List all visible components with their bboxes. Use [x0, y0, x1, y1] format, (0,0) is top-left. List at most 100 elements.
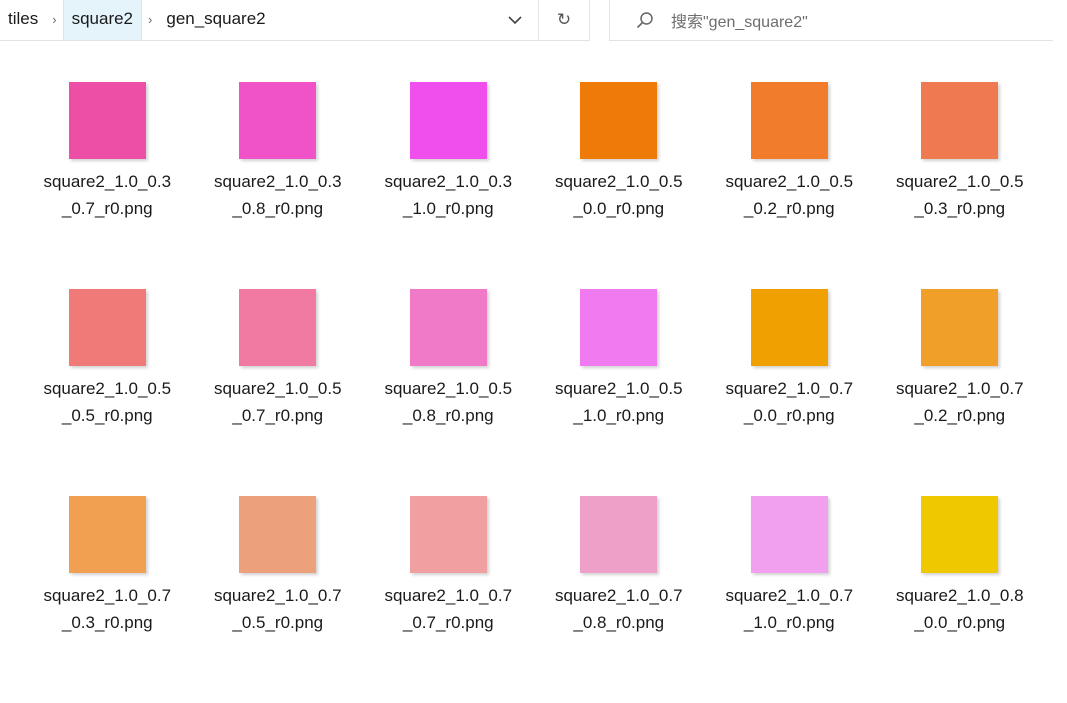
file-thumbnail[interactable]	[580, 289, 658, 366]
file-name-line: _0.0_r0.png	[743, 406, 835, 425]
file-name-line: square2_1.0_0.7	[895, 379, 1024, 398]
file-name-line: _0.7_r0.png	[61, 199, 153, 218]
file-name[interactable]: square2_1.0_0.7 _0.8_r0.png	[544, 582, 694, 636]
file-thumbnail[interactable]	[750, 496, 828, 573]
file-item[interactable]: square2_1.0_0.5 _0.8_r0.png	[363, 289, 534, 496]
file-item[interactable]: square2_1.0_0.8 _0.0_r0.png	[875, 496, 1046, 703]
file-name-line: _1.0_r0.png	[743, 613, 835, 632]
file-name-line: square2_1.0_0.3	[384, 172, 513, 191]
address-history-button[interactable]	[500, 0, 530, 40]
file-name-line: _0.8_r0.png	[402, 406, 494, 425]
file-thumbnail[interactable]	[409, 82, 487, 159]
file-name-line: square2_1.0_0.7	[725, 379, 854, 398]
file-name-line: square2_1.0_0.5	[43, 379, 172, 398]
file-name-line: square2_1.0_0.8	[895, 586, 1024, 605]
file-item[interactable]: square2_1.0_0.5 _0.7_r0.png	[193, 289, 364, 496]
file-name[interactable]: square2_1.0_0.7 _0.5_r0.png	[203, 582, 353, 636]
file-name[interactable]: square2_1.0_0.7 _0.0_r0.png	[714, 375, 864, 429]
file-thumbnail[interactable]	[580, 82, 658, 159]
file-name-line: square2_1.0_0.7	[43, 586, 172, 605]
file-name[interactable]: square2_1.0_0.5 _0.0_r0.png	[544, 168, 694, 222]
address-bar[interactable]: tiles › square2 › gen_square2	[0, 0, 538, 41]
file-name[interactable]: square2_1.0_0.5 _0.5_r0.png	[32, 375, 182, 429]
file-thumbnail[interactable]	[750, 289, 828, 366]
file-thumbnail[interactable]	[921, 289, 999, 366]
file-name-line: square2_1.0_0.7	[213, 586, 342, 605]
file-thumbnail[interactable]	[239, 289, 317, 366]
file-name-line: square2_1.0_0.3	[213, 172, 342, 191]
file-item[interactable]: square2_1.0_0.7 _0.3_r0.png	[22, 496, 193, 703]
file-grid: square2_1.0_0.3 _0.7_r0.png square2_1.0_0.…	[22, 82, 1042, 703]
file-item[interactable]: square2_1.0_0.3 _1.0_r0.png	[363, 82, 534, 289]
file-item[interactable]: square2_1.0_0.7 _0.2_r0.png	[875, 289, 1046, 496]
file-item[interactable]: square2_1.0_0.5 _0.3_r0.png	[875, 82, 1046, 289]
breadcrumb-item-gen-square2[interactable]: gen_square2	[158, 0, 273, 40]
file-name-line: _0.3_r0.png	[914, 199, 1006, 218]
file-name-line: _1.0_r0.png	[573, 406, 665, 425]
file-thumbnail[interactable]	[239, 496, 317, 573]
file-name-line: square2_1.0_0.7	[725, 586, 854, 605]
file-thumbnail[interactable]	[921, 82, 999, 159]
file-name-line: square2_1.0_0.5	[895, 172, 1024, 191]
file-name-line: _0.0_r0.png	[573, 199, 665, 218]
file-name-line: _1.0_r0.png	[402, 199, 494, 218]
file-item[interactable]: square2_1.0_0.7 _1.0_r0.png	[704, 496, 875, 703]
file-name-line: square2_1.0_0.5	[213, 379, 342, 398]
file-name[interactable]: square2_1.0_0.7 _0.2_r0.png	[885, 375, 1035, 429]
file-name-line: _0.0_r0.png	[914, 613, 1006, 632]
file-name-line: square2_1.0_0.7	[384, 586, 513, 605]
file-thumbnail[interactable]	[68, 289, 146, 366]
file-name[interactable]: square2_1.0_0.5 _1.0_r0.png	[544, 375, 694, 429]
file-item[interactable]: square2_1.0_0.5 _1.0_r0.png	[534, 289, 705, 496]
file-thumbnail[interactable]	[239, 82, 317, 159]
file-item[interactable]: square2_1.0_0.7 _0.5_r0.png	[193, 496, 364, 703]
file-name[interactable]: square2_1.0_0.7 _0.3_r0.png	[32, 582, 182, 636]
breadcrumb-item-tiles[interactable]: tiles	[0, 0, 46, 40]
file-name-line: _0.3_r0.png	[61, 613, 153, 632]
file-name[interactable]: square2_1.0_0.3 _0.7_r0.png	[32, 168, 182, 222]
file-name-line: square2_1.0_0.5	[554, 172, 683, 191]
file-thumbnail[interactable]	[409, 496, 487, 573]
file-name-line: _0.2_r0.png	[914, 406, 1006, 425]
file-name-line: _0.8_r0.png	[232, 199, 324, 218]
file-item[interactable]: square2_1.0_0.5 _0.5_r0.png	[22, 289, 193, 496]
file-item[interactable]: square2_1.0_0.7 _0.7_r0.png	[363, 496, 534, 703]
file-item[interactable]: square2_1.0_0.3 _0.7_r0.png	[22, 82, 193, 289]
file-item[interactable]: square2_1.0_0.5 _0.2_r0.png	[704, 82, 875, 289]
file-name[interactable]: square2_1.0_0.8 _0.0_r0.png	[885, 582, 1035, 636]
file-thumbnail[interactable]	[921, 496, 999, 573]
file-thumbnail[interactable]	[580, 496, 658, 573]
file-name[interactable]: square2_1.0_0.5 _0.8_r0.png	[373, 375, 523, 429]
chevron-right-icon[interactable]: ›	[46, 1, 62, 39]
file-name[interactable]: square2_1.0_0.5 _0.7_r0.png	[203, 375, 353, 429]
file-name[interactable]: square2_1.0_0.5 _0.3_r0.png	[885, 168, 1035, 222]
file-item[interactable]: square2_1.0_0.7 _0.8_r0.png	[534, 496, 705, 703]
file-item[interactable]: square2_1.0_0.3 _0.8_r0.png	[193, 82, 364, 289]
file-thumbnail[interactable]	[68, 496, 146, 573]
explorer-toolbar: tiles › square2 › gen_square2 ↻ 搜索"gen_s…	[0, 0, 1067, 42]
file-thumbnail[interactable]	[409, 289, 487, 366]
refresh-button[interactable]: ↻	[538, 0, 590, 41]
file-name-line: _0.5_r0.png	[232, 613, 324, 632]
file-name-line: square2_1.0_0.5	[384, 379, 513, 398]
chevron-right-icon[interactable]: ›	[142, 1, 158, 39]
search-box[interactable]: 搜索"gen_square2"	[609, 0, 1053, 41]
file-name[interactable]: square2_1.0_0.5 _0.2_r0.png	[714, 168, 864, 222]
file-name-line: _0.5_r0.png	[61, 406, 153, 425]
file-thumbnail[interactable]	[68, 82, 146, 159]
file-thumbnail[interactable]	[750, 82, 828, 159]
file-name[interactable]: square2_1.0_0.3 _0.8_r0.png	[203, 168, 353, 222]
file-name[interactable]: square2_1.0_0.7 _0.7_r0.png	[373, 582, 523, 636]
breadcrumb-item-square2[interactable]: square2	[62, 0, 143, 40]
file-item[interactable]: square2_1.0_0.5 _0.0_r0.png	[534, 82, 705, 289]
chevron-down-icon	[508, 15, 522, 24]
file-name[interactable]: square2_1.0_0.3 _1.0_r0.png	[373, 168, 523, 222]
file-item[interactable]: square2_1.0_0.7 _0.0_r0.png	[704, 289, 875, 496]
file-name-line: square2_1.0_0.7	[554, 586, 683, 605]
file-name-line: square2_1.0_0.5	[725, 172, 854, 191]
file-name-line: square2_1.0_0.5	[554, 379, 683, 398]
search-input[interactable]: 搜索"gen_square2"	[671, 8, 808, 32]
refresh-icon: ↻	[556, 10, 572, 29]
file-name-line: _0.7_r0.png	[402, 613, 494, 632]
file-name[interactable]: square2_1.0_0.7 _1.0_r0.png	[714, 582, 864, 636]
